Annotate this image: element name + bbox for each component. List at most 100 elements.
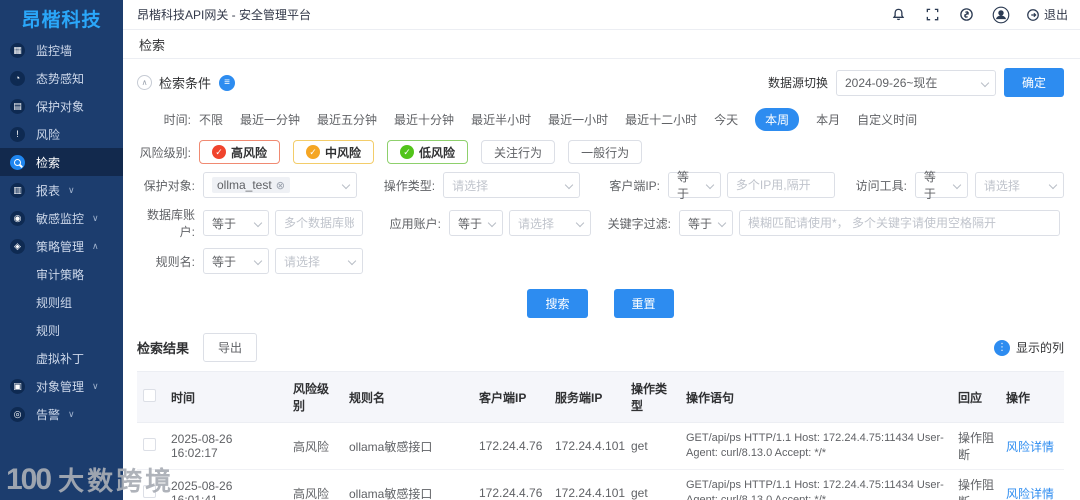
- chevron-down-icon: [341, 180, 351, 190]
- app-account-op-select[interactable]: 等于: [449, 210, 503, 236]
- time-option-10min[interactable]: 最近十分钟: [394, 111, 454, 128]
- sidebar-item-protected-objects[interactable]: ▤ 保护对象: [0, 92, 123, 120]
- time-option-unlimited[interactable]: 不限: [199, 111, 223, 128]
- keyword-op-select[interactable]: 等于: [679, 210, 733, 236]
- time-option-custom[interactable]: 自定义时间: [857, 111, 917, 128]
- sidebar-item-sensitive-monitor[interactable]: ◉ 敏感监控 ∨: [0, 204, 123, 232]
- show-columns-control[interactable]: ⋮ 显示的列: [993, 339, 1064, 356]
- time-option-5min[interactable]: 最近五分钟: [317, 111, 377, 128]
- results-title: 检索结果: [137, 341, 190, 356]
- sidebar-item-monitor-wall[interactable]: ▦ 监控墙: [0, 36, 123, 64]
- cell-risk-level: 高风险: [287, 469, 343, 500]
- filter-menu-icon[interactable]: ≡: [219, 74, 236, 91]
- db-account-input[interactable]: [275, 210, 363, 236]
- risk-detail-link[interactable]: 风险详情: [1006, 440, 1054, 454]
- show-columns-label: 显示的列: [1015, 341, 1064, 355]
- cell-client-ip: 172.24.4.76: [473, 422, 549, 470]
- search-button[interactable]: 搜索: [527, 289, 588, 318]
- datasource-confirm-button[interactable]: 确定: [1003, 68, 1064, 97]
- chevron-down-icon: [705, 180, 715, 190]
- rule-select[interactable]: 请选择: [275, 248, 363, 274]
- time-label: 时间:: [163, 113, 191, 127]
- time-option-12hour[interactable]: 最近十二小时: [625, 111, 697, 128]
- tool-label: 访问工具:: [855, 178, 907, 193]
- risk-normal-toggle[interactable]: 一般行为: [568, 140, 643, 164]
- close-icon[interactable]: ⊗: [276, 179, 285, 192]
- cell-risk-level: 高风险: [287, 422, 343, 470]
- cell-client-ip: 172.24.4.76: [473, 469, 549, 500]
- table-row: 2025-08-26 16:01:41 高风险 ollama敏感接口 172.2…: [137, 469, 1064, 500]
- sidebar-item-label: 报表: [36, 183, 61, 198]
- results-table: 时间 风险级别 规则名 客户端IP 服务端IP 操作类型 操作语句 回应 操作: [137, 372, 1064, 500]
- time-option-this-week[interactable]: 本周: [755, 108, 800, 131]
- risk-high-toggle[interactable]: ✓ 高风险: [199, 140, 281, 164]
- client-ip-op-select[interactable]: 等于: [668, 170, 721, 201]
- risk-detail-link[interactable]: 风险详情: [1006, 487, 1054, 500]
- risk-watch-toggle[interactable]: 关注行为: [481, 140, 556, 164]
- cell-response: 操作阻断: [952, 469, 1000, 500]
- risk-low-toggle[interactable]: ✓ 低风险: [387, 140, 469, 164]
- check-icon: ✓: [306, 145, 321, 159]
- sidebar-item-object-management[interactable]: ▣ 对象管理 ∨: [0, 372, 123, 400]
- logout-button[interactable]: 退出: [1026, 6, 1068, 23]
- sidebar-subitem-audit-policy[interactable]: 审计策略: [0, 260, 123, 288]
- bell-icon[interactable]: [890, 6, 908, 24]
- db-account-label: 数据库账户:: [146, 208, 195, 239]
- datasource-select[interactable]: 2024-09-26~现在: [835, 69, 996, 96]
- sidebar-subitem-rule[interactable]: 规则: [0, 316, 123, 344]
- time-option-this-month[interactable]: 本月: [816, 111, 840, 128]
- db-account-op-select[interactable]: 等于: [203, 210, 269, 236]
- reset-button[interactable]: 重置: [613, 289, 674, 318]
- rule-op-select[interactable]: 等于: [203, 248, 269, 274]
- tool-op-select[interactable]: 等于: [914, 170, 968, 201]
- sidebar-item-label: 监控墙: [36, 43, 73, 58]
- col-response: 回应: [952, 372, 1000, 423]
- chevron-down-icon: [575, 218, 585, 228]
- cell-rule-name: ollama敏感接口: [343, 469, 473, 500]
- col-op-type: 操作类型: [625, 372, 680, 423]
- chevron-down-icon: [253, 218, 263, 228]
- logout-label: 退出: [1043, 8, 1068, 22]
- select-all-checkbox[interactable]: [143, 389, 156, 402]
- row-checkbox[interactable]: [143, 485, 156, 498]
- col-rule-name: 规则名: [343, 372, 473, 423]
- sidebar-item-risk[interactable]: ! 风险: [0, 120, 123, 148]
- client-ip-input[interactable]: [726, 172, 835, 198]
- time-option-1min[interactable]: 最近一分钟: [240, 111, 300, 128]
- filter-row-2: 数据库账户: 等于 应用账户: 等于 请选择 关键字过滤: 等于: [137, 206, 1064, 240]
- sidebar-item-search[interactable]: 检索: [0, 148, 123, 176]
- tool-select[interactable]: 请选择: [974, 172, 1064, 198]
- op-type-select[interactable]: 请选择: [443, 172, 580, 198]
- chevron-down-icon: [717, 218, 727, 228]
- filter-row-3: 规则名: 等于 请选择: [137, 248, 1064, 274]
- keyword-input[interactable]: [739, 210, 1060, 236]
- chevron-down-icon: [1048, 180, 1058, 190]
- sidebar-item-label: 规则: [36, 323, 61, 338]
- time-option-today[interactable]: 今天: [714, 111, 738, 128]
- row-checkbox[interactable]: [143, 438, 156, 451]
- sidebar-item-alerts[interactable]: ◎ 告警 ∨: [0, 400, 123, 428]
- cell-op-type: get: [625, 469, 680, 500]
- sidebar-item-label: 规则组: [36, 295, 73, 310]
- sidebar-item-situation[interactable]: ◔ 态势感知: [0, 64, 123, 92]
- chevron-down-icon: [952, 180, 962, 190]
- risk-medium-toggle[interactable]: ✓ 中风险: [293, 140, 375, 164]
- protect-select[interactable]: ollma_test ⊗: [203, 172, 358, 198]
- sidebar-item-policy-management[interactable]: ◈ 策略管理 ∧: [0, 232, 123, 260]
- time-option-30min[interactable]: 最近半小时: [471, 111, 531, 128]
- check-icon: ✓: [212, 145, 226, 159]
- time-option-1hour[interactable]: 最近一小时: [548, 111, 608, 128]
- sidebar-subitem-rule-group[interactable]: 规则组: [0, 288, 123, 316]
- export-button[interactable]: 导出: [203, 333, 258, 362]
- avatar[interactable]: [992, 6, 1010, 24]
- cell-server-ip: 172.24.4.101: [549, 422, 625, 470]
- link-icon[interactable]: [958, 6, 976, 24]
- collapse-icon[interactable]: ∧: [137, 75, 152, 90]
- eye-icon: ◉: [10, 210, 25, 226]
- chevron-down-icon: [253, 256, 263, 266]
- risk-filter-row: 风险级别: ✓ 高风险 ✓ 中风险 ✓ 低风险 关注行为 一般行为: [137, 140, 1064, 164]
- app-account-select[interactable]: 请选择: [509, 210, 591, 236]
- sidebar-subitem-virtual-patch[interactable]: 虚拟补丁: [0, 344, 123, 372]
- fullscreen-icon[interactable]: [924, 6, 942, 24]
- sidebar-item-reports[interactable]: ▥ 报表 ∨: [0, 176, 123, 204]
